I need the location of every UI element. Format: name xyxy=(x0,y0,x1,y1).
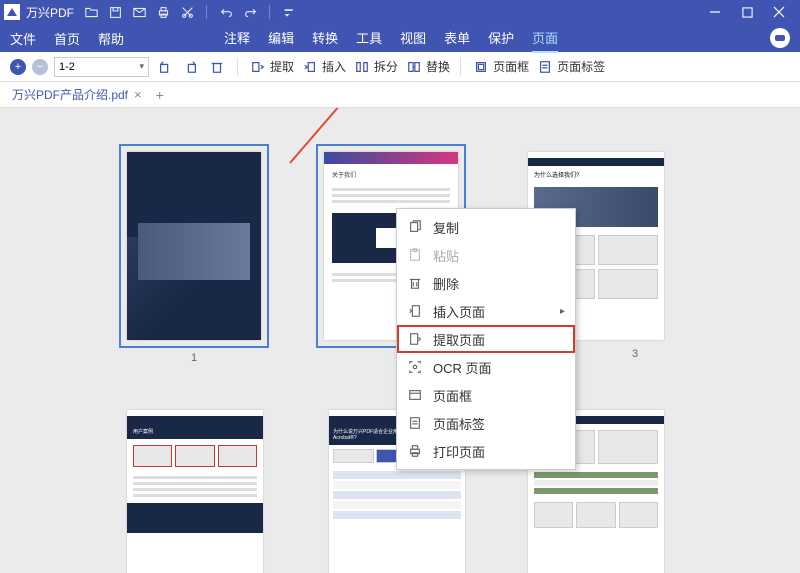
ctx-insert-page[interactable]: 插入页面 ▸ xyxy=(397,297,575,325)
pagebox-label: 页面框 xyxy=(493,58,529,75)
trash-icon xyxy=(407,275,423,291)
zoom-in-button[interactable]: + xyxy=(10,59,26,75)
split-icon xyxy=(352,57,372,77)
menu-home[interactable]: 首页 xyxy=(54,29,80,48)
pagebox-button[interactable]: 页面框 xyxy=(471,57,529,77)
more-icon[interactable] xyxy=(282,5,296,19)
menu-tools[interactable]: 工具 xyxy=(356,24,382,53)
app-title: 万兴PDF xyxy=(26,4,74,21)
split-label: 拆分 xyxy=(374,58,398,75)
menu-help[interactable]: 帮助 xyxy=(98,29,124,48)
maximize-button[interactable] xyxy=(740,5,754,19)
tabbar: 万兴PDF产品介绍.pdf × + xyxy=(0,82,800,108)
menu-convert[interactable]: 转换 xyxy=(312,24,338,53)
menu-protect[interactable]: 保护 xyxy=(488,24,514,53)
ctx-ocr-page[interactable]: OCR 页面 xyxy=(397,353,575,381)
ctx-paste-label: 粘贴 xyxy=(433,246,459,265)
ctx-page-box[interactable]: 页面框 xyxy=(397,381,575,409)
page-thumbnail-4[interactable]: 用户案例 xyxy=(127,410,263,573)
print-page-icon xyxy=(407,443,423,459)
document-tab[interactable]: 万兴PDF产品介绍.pdf × xyxy=(4,82,150,107)
ctx-extract-page[interactable]: 提取页面 xyxy=(397,325,575,353)
separator xyxy=(237,58,238,76)
extract-page-icon xyxy=(407,331,423,347)
page-thumbnails-area: 1 关于我们 为什么选择我们? 3 用户案例 为什么说万兴PDF适合企业用户—对… xyxy=(0,108,800,573)
menu-page[interactable]: 页面 xyxy=(532,24,558,53)
open-folder-icon[interactable] xyxy=(84,5,98,19)
page-thumbnail-1[interactable] xyxy=(127,152,261,340)
print-icon[interactable] xyxy=(156,5,170,19)
ctx-extract-page-label: 提取页面 xyxy=(433,330,485,349)
menu-annotate[interactable]: 注释 xyxy=(224,24,250,53)
tab-add-button[interactable]: + xyxy=(156,87,164,103)
insert-label: 插入 xyxy=(322,58,346,75)
app-logo-icon xyxy=(4,4,20,20)
split-button[interactable]: 拆分 xyxy=(352,57,398,77)
tab-close-button[interactable]: × xyxy=(134,87,142,102)
ctx-paste: 粘贴 xyxy=(397,241,575,269)
undo-icon[interactable] xyxy=(219,5,233,19)
minimize-button[interactable] xyxy=(708,5,722,19)
ctx-page-label-label: 页面标签 xyxy=(433,414,485,433)
redo-icon[interactable] xyxy=(243,5,257,19)
ctx-insert-page-label: 插入页面 xyxy=(433,302,485,321)
page-range-value: 1-2 xyxy=(59,61,75,73)
replace-label: 替换 xyxy=(426,58,450,75)
page-number-1: 1 xyxy=(119,352,269,364)
cut-icon[interactable] xyxy=(180,5,194,19)
mail-icon[interactable] xyxy=(132,5,146,19)
insert-icon xyxy=(300,57,320,77)
ctx-ocr-page-label: OCR 页面 xyxy=(433,358,492,377)
ctx-copy[interactable]: 复制 xyxy=(397,213,575,241)
page-thumbnail-1-selection xyxy=(119,144,269,348)
menubar: 文件 首页 帮助 注释 编辑 转换 工具 视图 表单 保护 页面 xyxy=(0,24,800,52)
copy-icon xyxy=(407,219,423,235)
extract-icon xyxy=(248,57,268,77)
extract-label: 提取 xyxy=(270,58,294,75)
paste-icon xyxy=(407,247,423,263)
separator xyxy=(460,58,461,76)
ctx-delete-label: 删除 xyxy=(433,274,459,293)
menu-edit[interactable]: 编辑 xyxy=(268,24,294,53)
replace-button[interactable]: 替换 xyxy=(404,57,450,77)
pagebox-icon xyxy=(471,57,491,77)
brand-icon[interactable] xyxy=(770,28,790,48)
pagelabel-button[interactable]: 页面标签 xyxy=(535,57,605,77)
page-label-icon xyxy=(407,415,423,431)
pagelabel-icon xyxy=(535,57,555,77)
ctx-page-label[interactable]: 页面标签 xyxy=(397,409,575,437)
ctx-print-page[interactable]: 打印页面 xyxy=(397,437,575,465)
menu-form[interactable]: 表单 xyxy=(444,24,470,53)
titlebar: 万兴PDF xyxy=(0,0,800,24)
insert-button[interactable]: 插入 xyxy=(300,57,346,77)
menu-file[interactable]: 文件 xyxy=(10,29,36,48)
page-range-input[interactable]: 1-2 xyxy=(54,57,149,77)
insert-page-icon xyxy=(407,303,423,319)
page-box-icon xyxy=(407,387,423,403)
ctx-page-box-label: 页面框 xyxy=(433,386,472,405)
extract-button[interactable]: 提取 xyxy=(248,57,294,77)
close-button[interactable] xyxy=(772,5,786,19)
ctx-delete[interactable]: 删除 xyxy=(397,269,575,297)
pagelabel-label: 页面标签 xyxy=(557,58,605,75)
rotate-right-icon[interactable] xyxy=(181,57,201,77)
ctx-print-page-label: 打印页面 xyxy=(433,442,485,461)
separator xyxy=(206,5,207,19)
rotate-left-icon[interactable] xyxy=(155,57,175,77)
delete-page-icon[interactable] xyxy=(207,57,227,77)
page-number-3: 3 xyxy=(620,348,650,360)
menu-view[interactable]: 视图 xyxy=(400,24,426,53)
toolbar: + − 1-2 提取 插入 拆分 替换 页面框 页面标签 xyxy=(0,52,800,82)
ocr-icon xyxy=(407,359,423,375)
save-icon[interactable] xyxy=(108,5,122,19)
tab-label: 万兴PDF产品介绍.pdf xyxy=(12,86,128,103)
separator xyxy=(269,5,270,19)
chevron-right-icon: ▸ xyxy=(560,306,565,317)
ctx-copy-label: 复制 xyxy=(433,218,459,237)
context-menu: 复制 粘贴 删除 插入页面 ▸ 提取页面 OCR 页面 页面框 页 xyxy=(396,208,576,470)
zoom-out-button[interactable]: − xyxy=(32,59,48,75)
replace-icon xyxy=(404,57,424,77)
